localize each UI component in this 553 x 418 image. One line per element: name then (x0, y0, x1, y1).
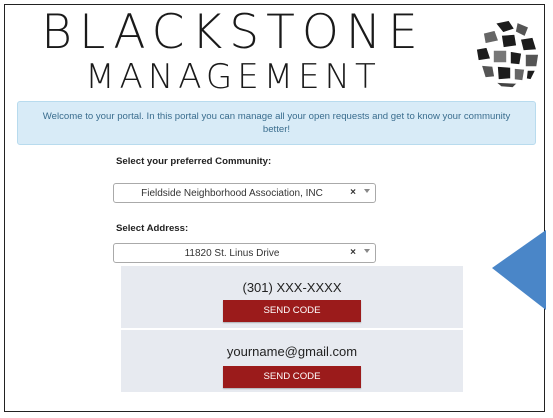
phone-verification-panel: (301) XXX-XXXX SEND CODE (121, 266, 463, 328)
community-label: Select your preferred Community: (116, 156, 272, 167)
brand-name: BLACKSTONE (41, 5, 425, 60)
email-verification-panel: yourname@gmail.com SEND CODE (121, 330, 463, 392)
community-selected-value: Fieldside Neighborhood Association, INC (141, 188, 323, 199)
send-code-phone-button[interactable]: SEND CODE (223, 300, 361, 322)
clear-community-icon[interactable]: × (350, 187, 356, 198)
address-select[interactable]: 11820 St. Linus Drive × (113, 243, 376, 263)
clear-address-icon[interactable]: × (350, 247, 356, 258)
brand-subtitle: MANAGEMENT (85, 57, 381, 97)
address-selected-value: 11820 St. Linus Drive (184, 248, 280, 259)
portal-frame: BLACKSTONE MANAGEMENT Welcome to your po… (4, 4, 546, 412)
send-code-email-button[interactable]: SEND CODE (223, 366, 361, 388)
stone-mosaic-logo-icon (475, 19, 541, 89)
address-label: Select Address: (116, 223, 189, 234)
welcome-banner: Welcome to your portal. In this portal y… (17, 101, 536, 145)
pointer-arrow-icon (492, 230, 546, 310)
community-select[interactable]: Fieldside Neighborhood Association, INC … (113, 183, 376, 203)
phone-number: (301) XXX-XXXX (242, 280, 342, 295)
chevron-down-icon[interactable] (364, 189, 370, 193)
email-address: yourname@gmail.com (226, 344, 358, 359)
chevron-down-icon[interactable] (364, 249, 370, 253)
